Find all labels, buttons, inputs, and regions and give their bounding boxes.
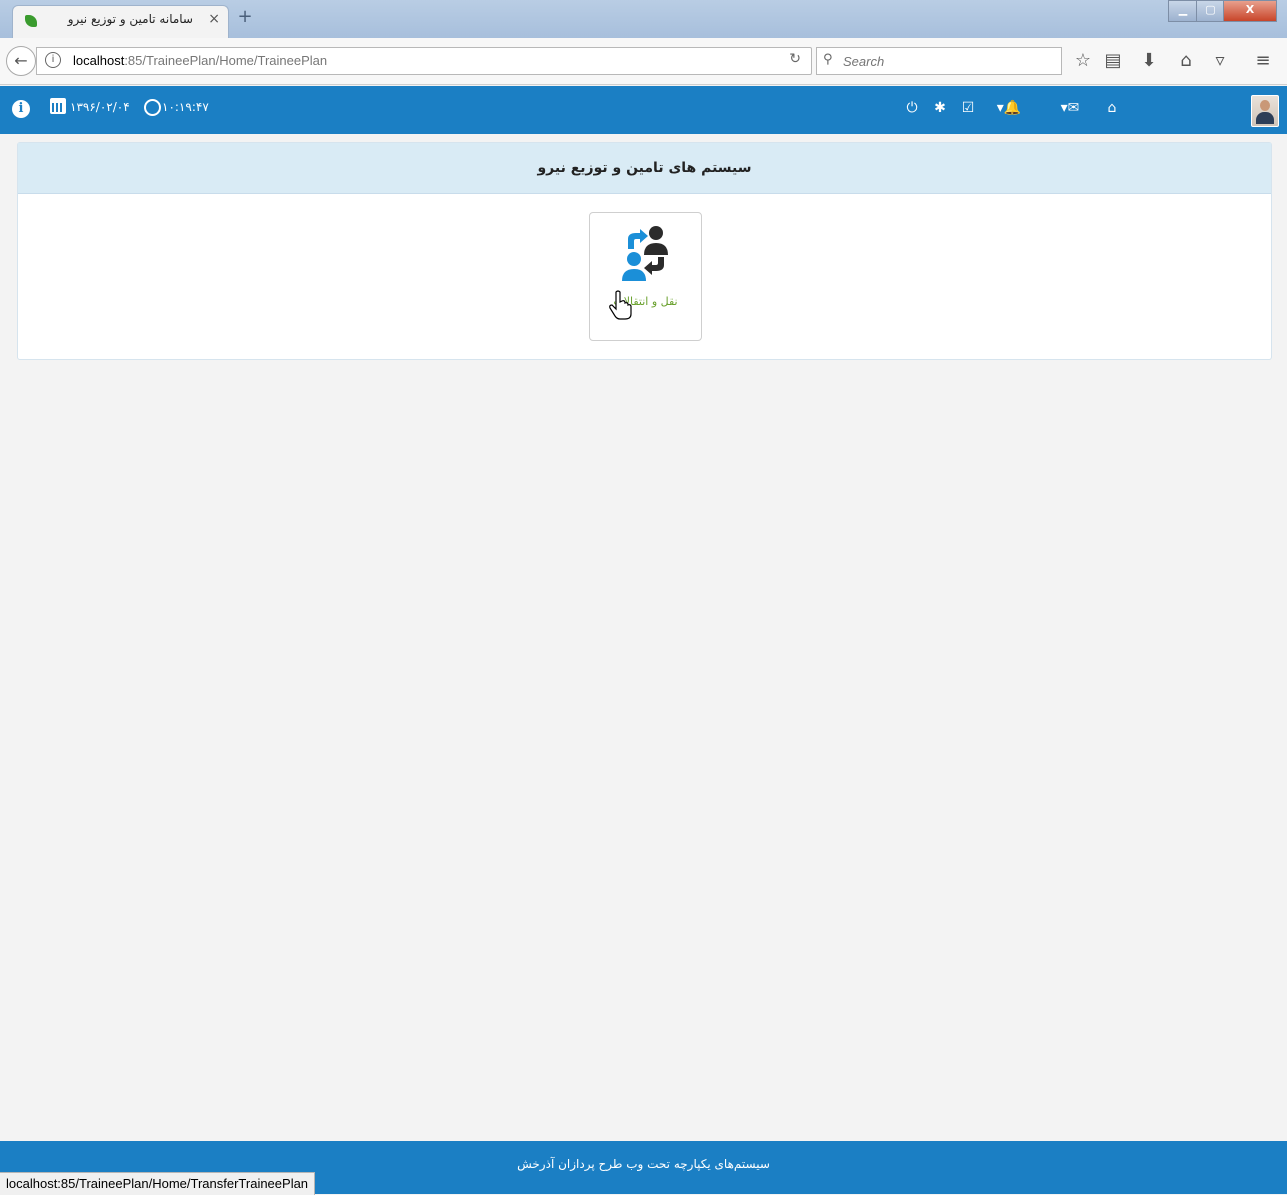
header-time: ۱۰:۱۹:۴۷: [162, 100, 209, 114]
browser-titlebar: سامانه تامین و توزیع نیرو × + ▁ ▢ X: [0, 0, 1287, 39]
transfer-tile[interactable]: نقل و انتقالات: [589, 212, 702, 341]
user-avatar[interactable]: [1251, 95, 1279, 127]
tab-close-icon[interactable]: ×: [208, 11, 220, 27]
browser-status-url: localhost:85/TraineePlan/Home/TransferTr…: [0, 1172, 316, 1195]
info-icon[interactable]: i: [12, 100, 30, 118]
gear-icon[interactable]: ✱: [929, 100, 951, 116]
url-host: localhost: [73, 53, 125, 68]
search-input[interactable]: [841, 50, 1055, 72]
tile-label: نقل و انتقالات: [613, 295, 678, 308]
pocket-icon[interactable]: ▿: [1208, 50, 1232, 71]
address-bar[interactable]: i localhost:85/TraineePlan/Home/TraineeP…: [36, 47, 812, 75]
hand-pointer-cursor-icon: [609, 290, 632, 320]
url-path: :85/TraineePlan/Home/TraineePlan: [124, 53, 328, 68]
window-close-button[interactable]: X: [1223, 0, 1277, 22]
systems-panel: سیستم های تامین و توزیع نیرو نقل و انتقا…: [17, 142, 1272, 360]
new-tab-button[interactable]: +: [234, 6, 256, 28]
header-date: ۱۳۹۶/۰۲/۰۴: [70, 100, 130, 114]
download-icon[interactable]: ⬇: [1137, 50, 1161, 71]
home-icon[interactable]: ⌂: [1174, 50, 1198, 71]
power-icon[interactable]: ⏻: [901, 100, 923, 116]
site-info-icon[interactable]: i: [45, 52, 61, 68]
search-icon: ⚲: [823, 52, 833, 67]
reading-list-icon[interactable]: ▤: [1101, 50, 1125, 71]
tasks-check-icon[interactable]: ☑: [957, 100, 979, 116]
app-header: i ۱۳۹۶/۰۲/۰۴ ۱۰:۱۹:۴۷ ⏻ ✱ ☑ ▾🔔 ▾✉ ⌂: [0, 86, 1287, 134]
leaf-favicon-icon: [25, 15, 37, 27]
window-minimize-button[interactable]: ▁: [1168, 0, 1198, 22]
footer-text: سیستم‌های یکپارچه تحت وب طرح پردازان آذر…: [517, 1157, 770, 1171]
tab-title: سامانه تامین و توزیع نیرو: [67, 12, 193, 26]
menu-hamburger-icon[interactable]: ≡: [1251, 50, 1275, 71]
window-maximize-button[interactable]: ▢: [1196, 0, 1225, 22]
browser-tab[interactable]: سامانه تامین و توزیع نیرو ×: [12, 5, 229, 39]
reload-icon[interactable]: ↻: [789, 51, 801, 67]
search-bar[interactable]: ⚲: [816, 47, 1062, 75]
user-transfer-icon: [622, 226, 668, 281]
browser-navbar: ← i localhost:85/TraineePlan/Home/Traine…: [0, 38, 1287, 85]
back-arrow-icon: ←: [14, 51, 28, 70]
notifications-bell-icon[interactable]: ▾🔔: [992, 100, 1026, 116]
bookmark-star-icon[interactable]: ☆: [1071, 50, 1095, 71]
messages-envelope-icon[interactable]: ▾✉: [1053, 100, 1087, 116]
back-button[interactable]: ←: [6, 46, 36, 76]
url-text[interactable]: localhost:85/TraineePlan/Home/TraineePla…: [73, 53, 327, 68]
home-icon[interactable]: ⌂: [1101, 100, 1123, 116]
clock-icon: [144, 99, 161, 116]
panel-title: سیستم های تامین و توزیع نیرو: [18, 143, 1271, 194]
calendar-icon: [50, 98, 66, 114]
